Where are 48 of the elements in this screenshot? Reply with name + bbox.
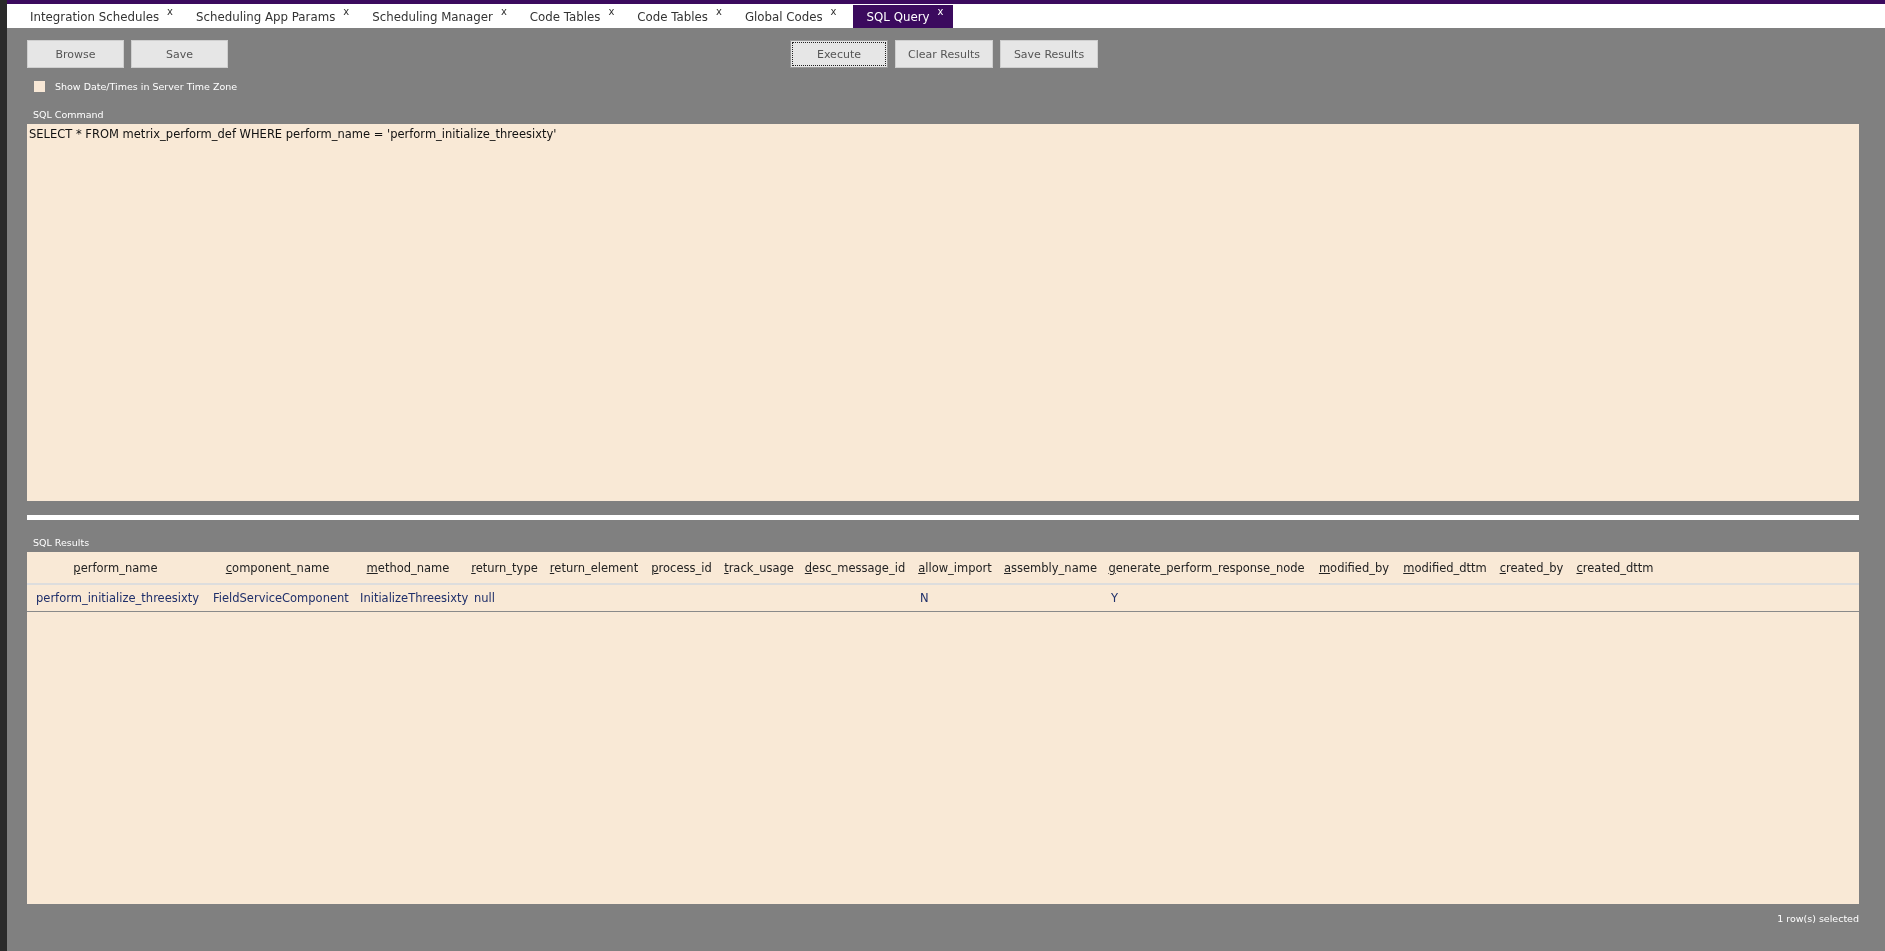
toolbar-button[interactable]: Clear Results — [895, 40, 993, 68]
toolbar-button[interactable]: Save — [131, 40, 228, 68]
column-header[interactable]: modified_dttm — [1397, 560, 1493, 575]
column-header[interactable]: allow_import — [911, 560, 999, 575]
close-tab-button[interactable]: x — [715, 6, 722, 17]
section-label: SQL Results — [33, 537, 90, 548]
table-cell: null — [474, 591, 495, 605]
toolbar-button[interactable]: Browse — [27, 40, 124, 68]
table-cell: Y — [1111, 591, 1119, 605]
column-header[interactable]: process_id — [644, 560, 719, 575]
column-header[interactable]: assembly_name — [999, 560, 1102, 575]
section-label: SQL Command — [33, 109, 104, 120]
column-header[interactable]: created_by — [1493, 560, 1570, 575]
toolbar-button[interactable]: Execute — [790, 40, 888, 68]
checkbox-label: Show Date/Times in Server Time Zone — [55, 81, 238, 92]
table-cell: perform_initialize_threesixty — [36, 591, 200, 605]
column-header[interactable]: method_name — [351, 560, 465, 575]
column-header[interactable]: perform_name — [27, 560, 204, 575]
tab[interactable]: Global Codes $^{x}$ — [737, 5, 847, 28]
toolbar-button[interactable]: Save Results — [1000, 40, 1098, 68]
tab[interactable]: Code Tables $^{x}$ — [522, 5, 625, 28]
column-header[interactable]: component_name — [204, 560, 351, 575]
tab[interactable]: Code Tables $^{x}$ — [630, 5, 732, 28]
tab[interactable]: SQL Query $^{x}$ — [852, 5, 954, 28]
tab[interactable]: Scheduling App Params $^{x}$ — [189, 5, 360, 28]
close-tab-button[interactable]: x — [167, 6, 174, 17]
close-tab-button[interactable]: x — [500, 6, 507, 17]
checkbox[interactable] — [34, 81, 45, 92]
column-header[interactable]: modified_by — [1311, 560, 1397, 575]
column-header[interactable]: return_type — [465, 560, 544, 575]
close-tab-button[interactable]: x — [608, 6, 615, 17]
table-cell: InitializeThreesixty — [360, 591, 469, 605]
column-header[interactable]: created_dttm — [1570, 560, 1660, 575]
sql-command-field[interactable]: SELECT * FROM metrix_perform_def WHERE perform_name = 'perform_initialize_threesixty' — [27, 124, 1859, 501]
close-tab-button[interactable]: x — [937, 6, 944, 17]
table-row[interactable]: perform_initialize_threesixty FieldServiceComponent InitializeThreesixty null N Y — [27, 585, 1859, 612]
table-cell: FieldServiceComponent — [213, 591, 349, 605]
status-text: 1 row(s) selected — [1777, 913, 1859, 924]
column-header[interactable]: desc_message_id — [799, 560, 911, 575]
tab[interactable]: Integration Schedules $^{x}$ — [23, 5, 184, 28]
column-header[interactable]: return_element — [544, 560, 644, 575]
tab[interactable]: Scheduling Manager $^{x}$ — [365, 5, 517, 28]
column-header[interactable]: generate_perform_response_node — [1102, 560, 1311, 575]
close-tab-button[interactable]: x — [343, 6, 350, 17]
splitter[interactable] — [27, 515, 1859, 520]
column-header[interactable]: track_usage — [719, 560, 799, 575]
close-tab-button[interactable]: x — [830, 6, 837, 17]
table-cell: N — [920, 591, 929, 605]
